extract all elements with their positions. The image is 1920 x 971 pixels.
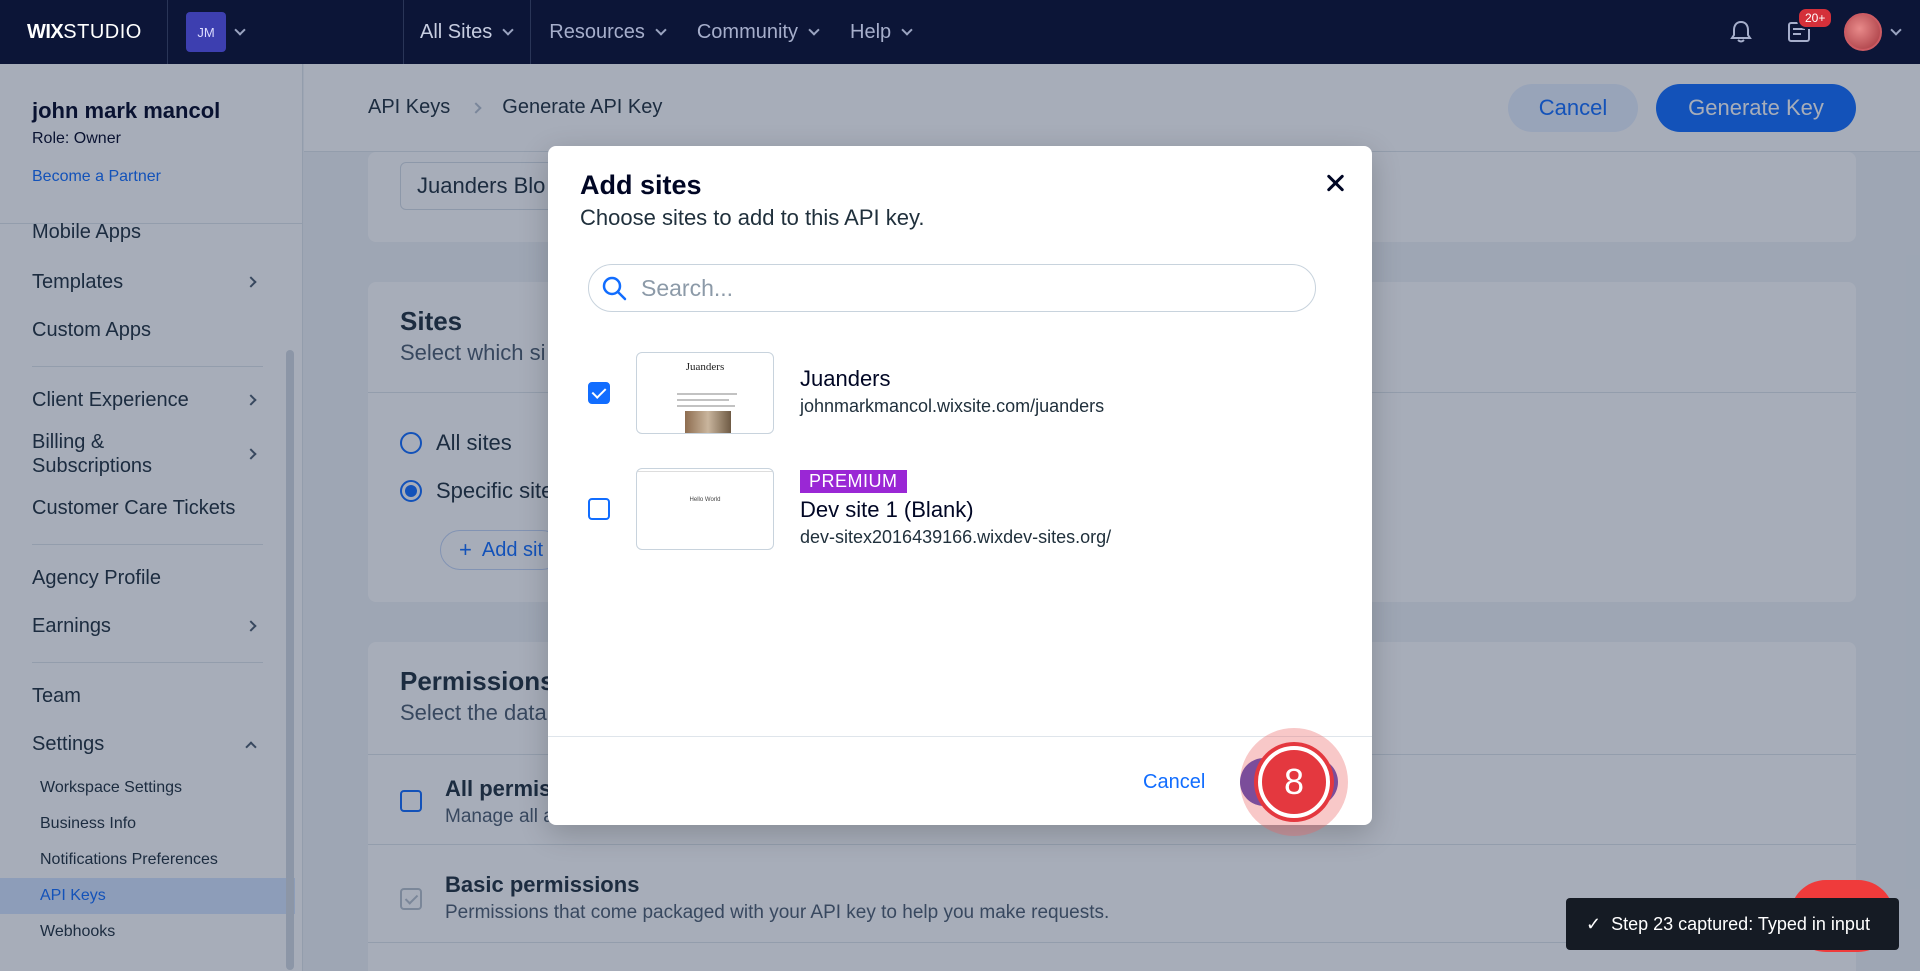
- site-row-juanders[interactable]: Juanders Juanders johnmarkmancol.wixsite…: [588, 352, 1328, 434]
- toast-notification: ✓ Step 23 captured: Typed in input: [1566, 898, 1899, 950]
- divider: [548, 736, 1372, 737]
- thumbnail-line: [637, 471, 773, 472]
- user-avatar[interactable]: [1844, 13, 1882, 51]
- brand-wix: WIX: [27, 20, 64, 43]
- chevron-down-icon: [808, 24, 820, 36]
- step-marker: 8: [1240, 728, 1348, 836]
- chevron-down-icon: [655, 24, 667, 36]
- help-label: Help: [850, 20, 892, 43]
- resources-menu[interactable]: Resources: [531, 0, 683, 64]
- all-sites-menu[interactable]: All Sites: [404, 0, 532, 64]
- add-sites-modal: Add sites Choose sites to add to this AP…: [548, 146, 1372, 825]
- chevron-down-icon[interactable]: [1890, 24, 1902, 36]
- top-bar: WIX STUDIO JM All Sites Resources Communi…: [0, 0, 1920, 64]
- site-info: PREMIUM Dev site 1 (Blank) dev-sitex2016…: [800, 470, 1111, 548]
- site-row-dev-site[interactable]: Hello World PREMIUM Dev site 1 (Blank) d…: [588, 468, 1328, 550]
- site-url: johnmarkmancol.wixsite.com/juanders: [800, 396, 1105, 416]
- community-menu[interactable]: Community: [683, 0, 836, 64]
- site-url: dev-sitex2016439166.wixdev-sites.org/: [800, 527, 1112, 547]
- thumbnail-line: [677, 399, 729, 401]
- modal-subtitle: Choose sites to add to this API key.: [580, 205, 925, 230]
- site-thumbnail: Hello World: [636, 468, 774, 550]
- premium-badge: PREMIUM: [800, 470, 907, 493]
- modal-cancel-button[interactable]: Cancel: [1143, 771, 1205, 794]
- chevron-down-icon: [502, 24, 514, 36]
- check-icon: ✓: [1586, 913, 1602, 934]
- all-sites-label: All Sites: [420, 20, 493, 43]
- top-right-actions: 20+: [1728, 0, 1902, 64]
- site-info: Juanders johnmarkmancol.wixsite.com/juan…: [800, 366, 1104, 417]
- step-marker-number: 8: [1258, 746, 1330, 818]
- workspace-switcher[interactable]: JM: [168, 0, 404, 64]
- toast-text: Step 23 captured: Typed in input: [1611, 913, 1870, 934]
- search-icon: [602, 276, 627, 301]
- site-name: Juanders: [800, 366, 891, 391]
- help-menu[interactable]: Help: [836, 0, 929, 64]
- bell-icon[interactable]: [1728, 19, 1754, 45]
- community-label: Community: [696, 20, 798, 43]
- brand-studio: STUDIO: [63, 20, 142, 43]
- workspace-avatar[interactable]: JM: [186, 12, 226, 52]
- site-checkbox-checked[interactable]: [588, 382, 610, 404]
- chevron-down-icon: [901, 24, 913, 36]
- close-icon[interactable]: [1322, 170, 1348, 196]
- wix-studio-logo[interactable]: WIX STUDIO: [0, 0, 168, 64]
- search-input[interactable]: [641, 274, 1241, 302]
- inbox-icon[interactable]: 20+: [1786, 7, 1834, 45]
- site-thumbnail: Juanders: [636, 352, 774, 434]
- resources-label: Resources: [549, 20, 645, 43]
- thumbnail-line: [677, 393, 737, 395]
- site-search[interactable]: [588, 264, 1316, 312]
- modal-title: Add sites: [580, 170, 702, 200]
- thumbnail-image: [685, 411, 731, 433]
- thumbnail-line: [677, 405, 735, 407]
- thumbnail-title: Juanders: [685, 361, 725, 373]
- chevron-down-icon: [234, 24, 246, 36]
- site-checkbox[interactable]: [588, 498, 610, 520]
- notifications-badge: 20+: [1797, 7, 1834, 29]
- thumbnail-title: Hello World: [689, 497, 721, 503]
- site-name: Dev site 1 (Blank): [800, 497, 974, 522]
